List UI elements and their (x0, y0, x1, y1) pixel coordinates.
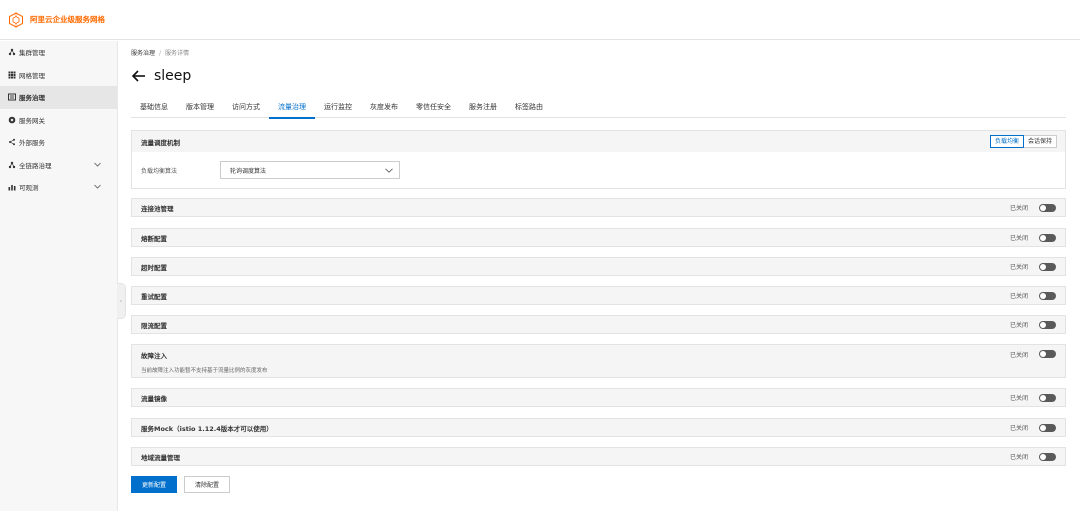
section-circuit-breaker: 熔断配置 已关闭 (131, 228, 1066, 247)
algorithm-label: 负载均衡算法 (141, 167, 178, 175)
back-arrow-icon[interactable] (131, 68, 147, 84)
section-timeout: 超时配置 已关闭 (131, 257, 1066, 276)
breadcrumb-root[interactable]: 服务治理 (131, 50, 155, 57)
top-bar: 阿里云企业级服务网格 (0, 0, 1080, 40)
section-description: 当前故障注入功能暂不支持基于流量比例的灰度发布 (141, 368, 268, 374)
section-label: 熔断配置 (141, 234, 167, 243)
tab-zero-trust-security[interactable]: 零信任安全 (407, 100, 460, 118)
gateway-icon (8, 116, 16, 124)
tab-bar: 基础信息 版本管理 访问方式 流量治理 运行监控 灰度发布 零信任安全 服务注册… (131, 100, 1066, 119)
section-toggle[interactable] (1039, 233, 1056, 242)
traffic-dispatch-panel: 流量调度机制 负载均衡 会话保持 负载均衡算法 轮询调度算法 (131, 130, 1066, 189)
chevron-left-icon: ‹ (119, 297, 123, 305)
section-toggle[interactable] (1039, 262, 1056, 271)
algorithm-row: 负载均衡算法 轮询调度算法 (132, 161, 1065, 179)
clear-config-button[interactable]: 清除配置 (184, 476, 230, 493)
sidebar-item-label: 服务网关 (19, 116, 45, 125)
section-status: 已关闭 (1009, 322, 1028, 329)
tab-basic-info[interactable]: 基础信息 (131, 100, 177, 118)
section-status: 已关闭 (1009, 293, 1028, 300)
chevron-down-icon (385, 168, 393, 173)
section-fault-injection: 故障注入 当前故障注入功能暂不支持基于流量比例的灰度发布 已关闭 (131, 344, 1066, 378)
section-label: 限流配置 (141, 321, 167, 330)
traffic-dispatch-header: 流量调度机制 负载均衡 会话保持 (132, 131, 1065, 152)
sidebar-item-full-link[interactable]: 全链路治理 (0, 154, 117, 177)
section-status: 已关闭 (1009, 395, 1028, 402)
section-status: 已关闭 (1009, 205, 1028, 212)
share-icon (8, 138, 16, 146)
tab-service-registry[interactable]: 服务注册 (460, 100, 506, 118)
page-title: sleep (154, 68, 192, 84)
sidebar-item-external-service[interactable]: 外部服务 (0, 131, 117, 154)
chevron-down-icon[interactable] (94, 161, 101, 169)
section-connection-pool: 连接池管理 已关闭 (131, 198, 1066, 217)
section-toggle[interactable] (1039, 203, 1056, 212)
sidebar-item-cluster[interactable]: 集群管理 (0, 41, 117, 64)
section-status: 已关闭 (1009, 425, 1028, 432)
section-rate-limit: 限流配置 已关闭 (131, 315, 1066, 334)
section-status: 已关闭 (1009, 264, 1028, 271)
chart-icon (8, 183, 16, 191)
sidebar-item-label: 网格管理 (19, 71, 45, 80)
sidebar-item-observability[interactable]: 可观测 (0, 176, 117, 199)
section-toggle[interactable] (1039, 393, 1056, 402)
sidebar: 集群管理 网格管理 服务治理 服务网关 外部服务 全链路治理 可观测 (0, 41, 118, 511)
tab-runtime-monitoring[interactable]: 运行监控 (315, 100, 361, 118)
sidebar-item-label: 服务治理 (19, 94, 45, 103)
sidebar-item-gateway[interactable]: 服务网关 (0, 109, 117, 132)
section-label: 服务Mock（istio 1.12.4版本才可以使用） (141, 424, 273, 433)
section-status: 已关闭 (1009, 235, 1028, 242)
link-icon (8, 161, 16, 169)
tab-label-routing[interactable]: 标签路由 (506, 100, 552, 118)
section-label: 超时配置 (141, 263, 167, 272)
section-toggle[interactable] (1039, 452, 1056, 461)
service-mesh-logo-icon (9, 11, 23, 28)
breadcrumb-current: 服务详情 (165, 50, 190, 57)
grid-icon (8, 71, 16, 79)
page-header: sleep (131, 68, 191, 84)
section-status: 已关闭 (1009, 352, 1028, 359)
section-toggle[interactable] (1039, 320, 1056, 329)
section-label: 流量镜像 (141, 394, 167, 403)
section-retry: 重试配置 已关闭 (131, 286, 1066, 305)
section-traffic-mirror: 流量镜像 已关闭 (131, 388, 1066, 407)
sidebar-item-mesh[interactable]: 网格管理 (0, 64, 117, 87)
load-balance-mode-button[interactable]: 负载均衡 (989, 135, 1024, 148)
cluster-icon (8, 48, 16, 56)
section-label: 重试配置 (141, 292, 167, 301)
section-label: 故障注入 (141, 352, 167, 360)
section-label: 连接池管理 (141, 204, 174, 213)
section-service-mock: 服务Mock（istio 1.12.4版本才可以使用） 已关闭 (131, 418, 1066, 437)
section-toggle[interactable] (1039, 291, 1056, 300)
algorithm-select[interactable]: 轮询调度算法 (220, 161, 400, 179)
section-toggle[interactable] (1039, 423, 1056, 432)
app-title[interactable]: 阿里云企业级服务网格 (30, 14, 105, 25)
session-persistence-mode-button[interactable]: 会话保持 (1023, 135, 1057, 148)
traffic-dispatch-title: 流量调度机制 (141, 138, 180, 147)
service-governance-icon (8, 93, 16, 101)
update-config-button[interactable]: 更新配置 (131, 476, 177, 493)
section-status: 已关闭 (1009, 454, 1028, 461)
sidebar-item-label: 可观测 (19, 184, 39, 193)
tab-access-method[interactable]: 访问方式 (223, 100, 269, 118)
sidebar-item-label: 全链路治理 (19, 161, 52, 170)
tab-version-management[interactable]: 版本管理 (177, 100, 223, 118)
tab-canary-release[interactable]: 灰度发布 (361, 100, 407, 118)
breadcrumb-separator: / (159, 50, 162, 57)
breadcrumb: 服务治理 / 服务详情 (131, 48, 189, 57)
sidebar-item-service-governance[interactable]: 服务治理 (0, 86, 117, 109)
tab-traffic-governance[interactable]: 流量治理 (269, 100, 315, 119)
sidebar-item-label: 外部服务 (19, 139, 45, 148)
algorithm-select-value: 轮询调度算法 (230, 167, 267, 175)
sidebar-item-label: 集群管理 (19, 49, 45, 58)
section-region-traffic: 地域流量管理 已关闭 (131, 447, 1066, 466)
sidebar-collapse-handle[interactable]: ‹ (117, 283, 126, 319)
dispatch-mode-switch: 负载均衡 会话保持 (989, 135, 1057, 148)
section-toggle[interactable] (1039, 350, 1056, 358)
chevron-down-icon[interactable] (94, 183, 101, 191)
section-label: 地域流量管理 (141, 453, 180, 462)
